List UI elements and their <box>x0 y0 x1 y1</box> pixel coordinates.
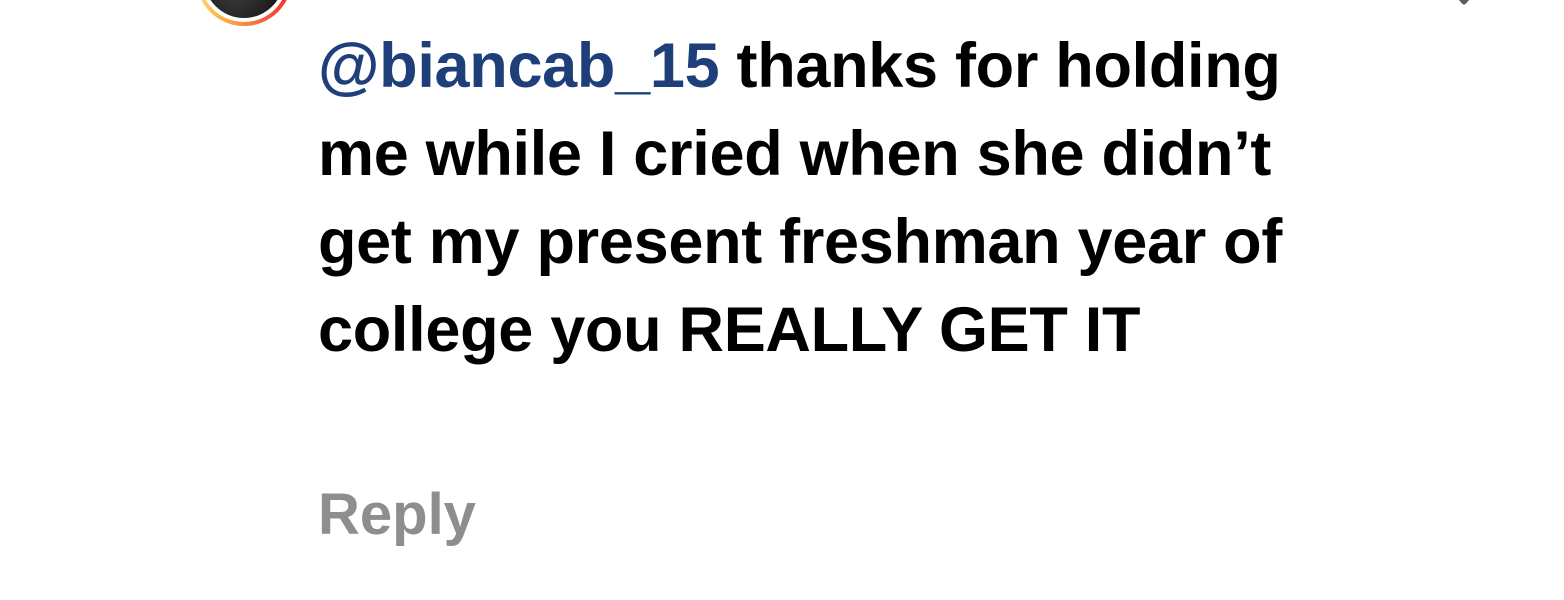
mention-link[interactable]: @biancab_15 <box>318 31 720 101</box>
comment-screen: @biancab_15 thanks for holding me while … <box>0 0 1564 600</box>
reply-button[interactable]: Reply <box>318 480 476 550</box>
comment-text: @biancab_15 thanks for holding me while … <box>318 22 1328 374</box>
avatar[interactable] <box>196 0 292 26</box>
heart-icon[interactable] <box>1428 0 1500 30</box>
avatar-image <box>204 0 284 18</box>
avatar-border <box>200 0 288 22</box>
